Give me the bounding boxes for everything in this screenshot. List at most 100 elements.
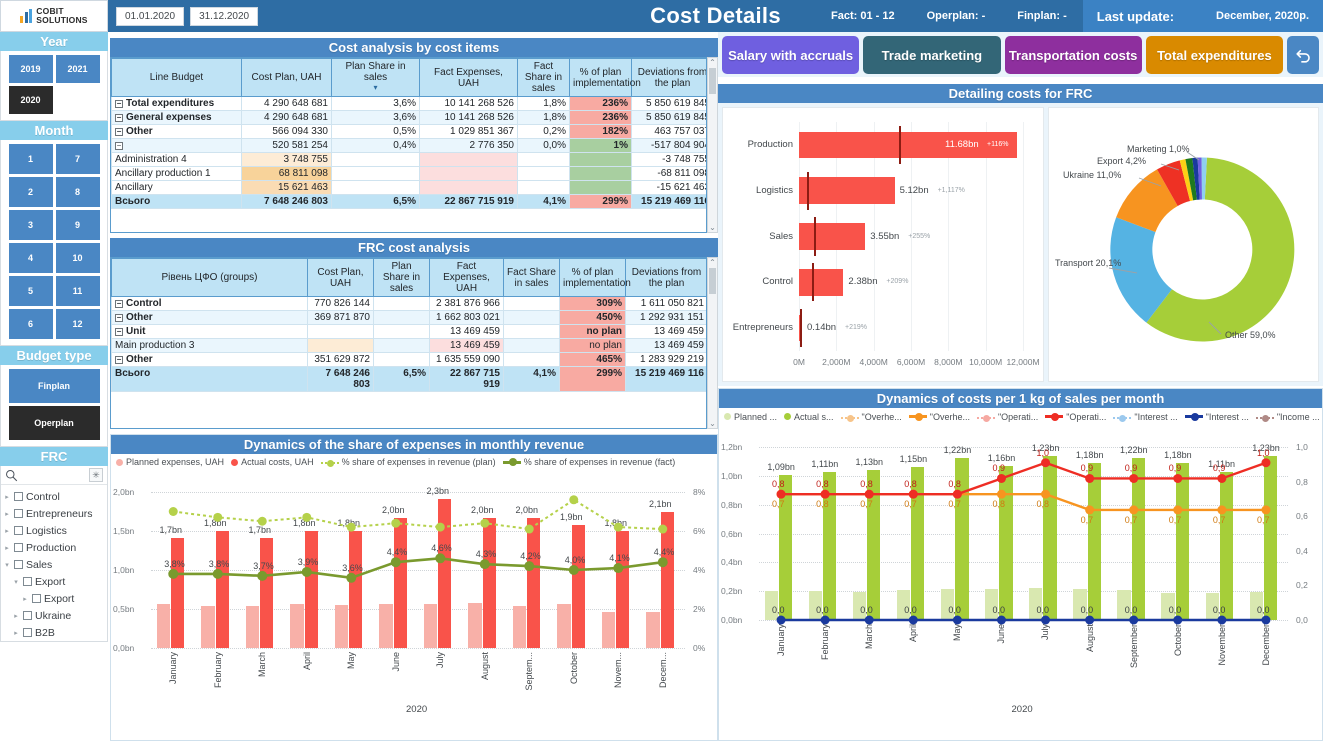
frc-cost-table[interactable]: Рівень ЦФО (groups)Cost Plan, UAHPlan Sh… — [111, 258, 707, 392]
table-row[interactable]: −Other369 871 8701 662 803 021450%1 292 … — [112, 311, 708, 325]
frc-checkbox[interactable] — [23, 577, 32, 586]
frc-tree-item-export-5[interactable]: ▾Export — [3, 573, 105, 590]
month-tile-9[interactable]: 9 — [56, 210, 100, 240]
col-header-1[interactable]: Cost Plan, UAH — [242, 59, 332, 97]
legend-item-7[interactable]: "Interest ... — [1185, 412, 1249, 422]
chevron-right-icon[interactable]: ▸ — [12, 612, 20, 620]
legend-item-2[interactable]: "Overhe... — [841, 412, 902, 422]
date-range-filter[interactable]: 01.01.2020 31.12.2020 — [116, 7, 258, 26]
chevron-right-icon[interactable]: ▸ — [21, 595, 29, 603]
frc-checkbox[interactable] — [14, 509, 23, 518]
table-row[interactable]: −General expenses4 290 648 6813,6%10 141… — [112, 111, 708, 125]
legend-item-0[interactable]: Planned ... — [724, 412, 777, 422]
frc-checkbox[interactable] — [23, 628, 32, 637]
month-tile-1[interactable]: 1 — [9, 144, 53, 174]
date-to-input[interactable]: 31.12.2020 — [190, 7, 258, 26]
expand-toggle-icon[interactable]: − — [115, 356, 123, 364]
table-body[interactable]: −Total expenditures4 290 648 6813,6%10 1… — [112, 97, 708, 209]
tab-transportation-costs[interactable]: Transportation costs — [1005, 36, 1142, 74]
legend-item-5[interactable]: "Operati... — [1045, 412, 1106, 422]
table-row[interactable]: −Other566 094 3300,5%1 029 851 3670,2%18… — [112, 125, 708, 139]
chevron-right-icon[interactable]: ▸ — [3, 510, 11, 518]
legend-item-1[interactable]: Actual costs, UAH — [231, 457, 314, 467]
col-header-3[interactable]: Fact Expenses, UAH — [430, 259, 504, 297]
col-header-6[interactable]: Deviations from the plan — [626, 259, 708, 297]
month-tile-7[interactable]: 7 — [56, 144, 100, 174]
expand-toggle-icon[interactable]: − — [115, 328, 123, 336]
table-total-row[interactable]: Всього7 648 246 8036,5%22 867 715 9194,1… — [112, 367, 708, 392]
frc-tree-item-production-3[interactable]: ▸Production — [3, 539, 105, 556]
year-tile-2021[interactable]: 2021 — [56, 55, 100, 83]
legend-item-4[interactable]: "Operati... — [977, 412, 1038, 422]
expand-toggle-icon[interactable]: − — [115, 128, 123, 136]
cost-items-table[interactable]: Line BudgetCost Plan, UAHPlan Share in s… — [111, 58, 707, 209]
legend-item-0[interactable]: Planned expenses, UAH — [116, 457, 224, 467]
date-from-input[interactable]: 01.01.2020 — [116, 7, 184, 26]
scroll-thumb[interactable] — [709, 268, 716, 294]
budget-tile-operplan[interactable]: Operplan — [9, 406, 100, 440]
frc-tree-item-b2b-8[interactable]: ▸B2B — [3, 624, 105, 641]
legend-item-8[interactable]: "Income ... — [1256, 412, 1320, 422]
col-header-0[interactable]: Рівень ЦФО (groups) — [112, 259, 308, 297]
chevron-down-icon[interactable]: ▾ — [3, 561, 11, 569]
chevron-right-icon[interactable]: ▸ — [12, 629, 20, 637]
table-row[interactable]: Ancillary production 168 811 098-68 811 … — [112, 167, 708, 181]
frc-tree-item-logistics-2[interactable]: ▸Logistics — [3, 522, 105, 539]
col-header-5[interactable]: % of plan implementation — [570, 59, 632, 97]
cost-items-scrollbar[interactable]: ⌃ ⌄ — [707, 57, 718, 233]
tab-trade-marketing[interactable]: Trade marketing — [863, 36, 1000, 74]
scroll-up-icon[interactable]: ⌃ — [709, 258, 716, 267]
frc-checkbox[interactable] — [32, 594, 41, 603]
col-header-4[interactable]: Fact Share in sales — [504, 259, 560, 297]
expand-toggle-icon[interactable]: − — [115, 114, 123, 122]
table-row[interactable]: Main production 313 469 459no plan13 469… — [112, 339, 708, 353]
expand-toggle-icon[interactable]: − — [115, 300, 123, 308]
month-tile-4[interactable]: 4 — [9, 243, 53, 273]
col-header-4[interactable]: Fact Share in sales — [518, 59, 570, 97]
table-row[interactable]: −Control770 826 1442 381 876 966309%1 61… — [112, 297, 708, 311]
tab-salary-with-accruals[interactable]: Salary with accruals — [722, 36, 859, 74]
table-body[interactable]: −Control770 826 1442 381 876 966309%1 61… — [112, 297, 708, 392]
month-tile-8[interactable]: 8 — [56, 177, 100, 207]
frc-checkbox[interactable] — [14, 560, 23, 569]
legend-item-3[interactable]: "Overhe... — [909, 412, 970, 422]
table-total-row[interactable]: Всього7 648 246 8036,5%22 867 715 9194,1… — [112, 195, 708, 209]
col-header-5[interactable]: % of plan implementation — [560, 259, 626, 297]
col-header-0[interactable]: Line Budget — [112, 59, 242, 97]
expand-toggle-icon[interactable]: − — [115, 314, 123, 322]
col-header-2[interactable]: Plan Share in sales▾ — [332, 59, 420, 97]
month-tile-2[interactable]: 2 — [9, 177, 53, 207]
col-header-2[interactable]: Plan Share in sales — [374, 259, 430, 297]
frc-checkbox[interactable] — [14, 526, 23, 535]
chevron-right-icon[interactable]: ▸ — [3, 527, 11, 535]
frc-checkbox[interactable] — [14, 492, 23, 501]
table-row[interactable]: −Other351 629 8721 635 559 090465%1 283 … — [112, 353, 708, 367]
frc-search-row[interactable]: ✳ — [1, 466, 107, 485]
frc-checkbox[interactable] — [23, 611, 32, 620]
scroll-up-icon[interactable]: ⌃ — [709, 58, 716, 67]
frc-clear-button[interactable]: ✳ — [89, 468, 103, 482]
scroll-down-icon[interactable]: ⌄ — [709, 419, 716, 428]
chevron-down-icon[interactable]: ▾ — [12, 578, 20, 586]
table-row[interactable]: Administration 43 748 755-3 748 755 — [112, 153, 708, 167]
month-tile-3[interactable]: 3 — [9, 210, 53, 240]
table-row[interactable]: −Unit13 469 459no plan13 469 459 — [112, 325, 708, 339]
scroll-down-icon[interactable]: ⌄ — [709, 223, 716, 232]
sort-caret-icon[interactable]: ▾ — [335, 83, 416, 92]
legend-item-6[interactable]: "Interest ... — [1113, 412, 1177, 422]
frc-tree-item-entrepreneurs-1[interactable]: ▸Entrepreneurs — [3, 505, 105, 522]
year-tile-2019[interactable]: 2019 — [9, 55, 53, 83]
frc-tree-item-sales-4[interactable]: ▾Sales — [3, 556, 105, 573]
table-row[interactable]: −520 581 2540,4%2 776 3500,0%1%-517 804 … — [112, 139, 708, 153]
frc-cost-scrollbar[interactable]: ⌃ ⌄ — [707, 257, 718, 429]
col-header-6[interactable]: Deviations from the plan — [632, 59, 708, 97]
year-tile-2020[interactable]: 2020 — [9, 86, 53, 114]
legend-item-3[interactable]: % share of expenses in revenue (fact) — [503, 457, 676, 467]
frc-checkbox[interactable] — [14, 543, 23, 552]
frc-tree-item-ukraine-7[interactable]: ▸Ukraine — [3, 607, 105, 624]
col-header-1[interactable]: Cost Plan, UAH — [308, 259, 374, 297]
legend-item-1[interactable]: Actual s... — [784, 412, 834, 422]
reset-filters-button[interactable] — [1287, 36, 1319, 74]
month-tile-6[interactable]: 6 — [9, 309, 53, 339]
expand-toggle-icon[interactable]: − — [115, 142, 123, 150]
